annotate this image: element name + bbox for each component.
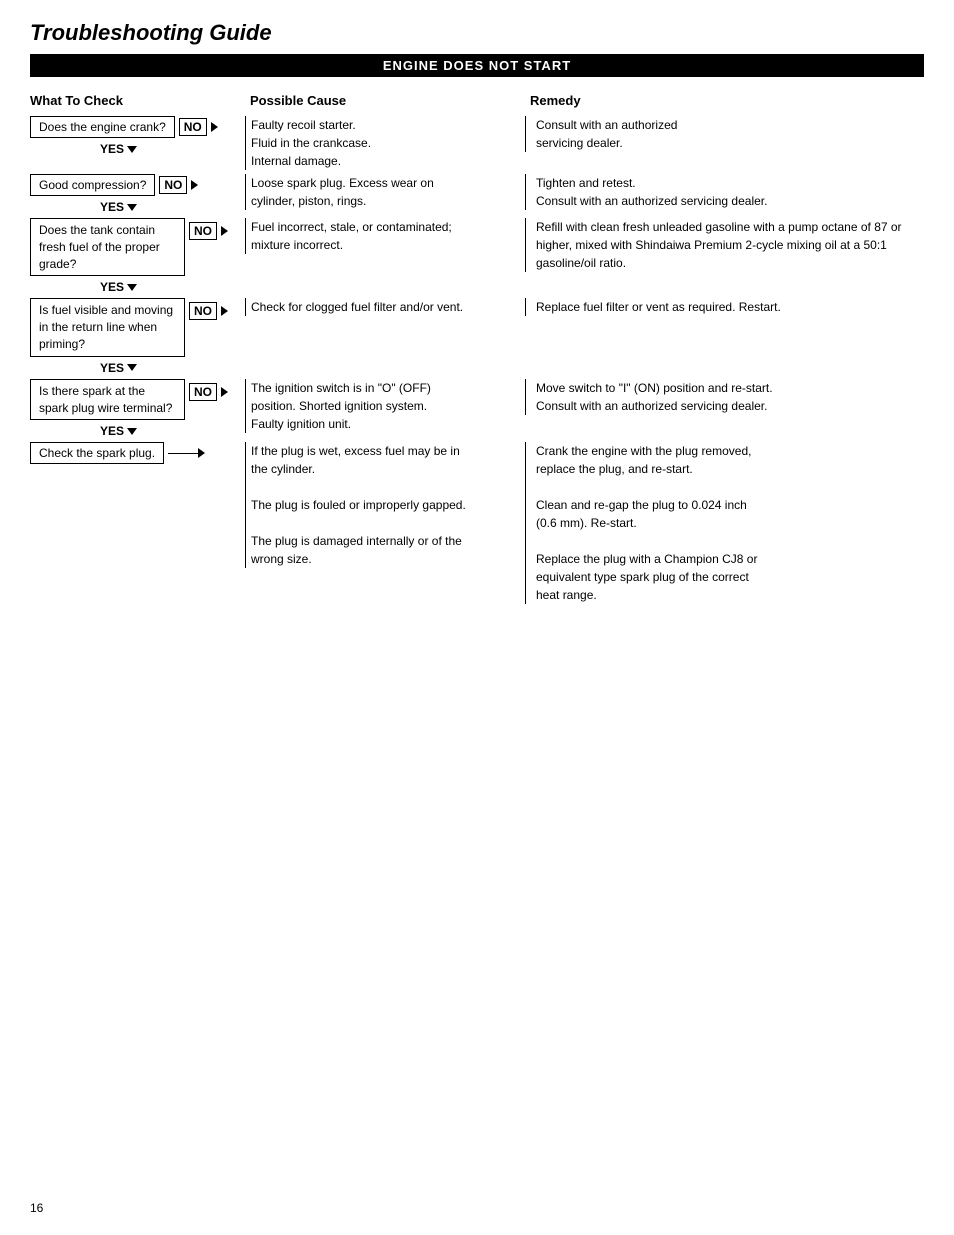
no-arrow-5 [221, 387, 228, 397]
cause-header: Possible Cause [245, 93, 525, 108]
remedy-header: Remedy [525, 93, 924, 108]
remedy-3: Refill with clean fresh unleaded gasolin… [525, 218, 924, 272]
no-label-3: NO [189, 222, 217, 240]
yes-label-2: YES [100, 200, 137, 214]
no-label-1: NO [179, 118, 207, 136]
right-arrow-6 [198, 448, 205, 458]
cause-1: Faulty recoil starter. Fluid in the cran… [245, 116, 525, 170]
remedy-4: Replace fuel filter or vent as required.… [525, 298, 924, 316]
cause-6: If the plug is wet, excess fuel may be i… [245, 442, 525, 568]
check-box-2: Good compression? [30, 174, 155, 196]
cause-5: The ignition switch is in "O" (OFF)posit… [245, 379, 525, 433]
yes-label-1: YES [100, 142, 137, 156]
remedy-2: Tighten and retest.Consult with an autho… [525, 174, 924, 210]
no-arrow-3 [221, 226, 228, 236]
no-label-4: NO [189, 302, 217, 320]
check-box-4: Is fuel visible and moving in the return… [30, 298, 185, 356]
cause-2: Loose spark plug. Excess wear oncylinder… [245, 174, 525, 210]
check-box-5: Is there spark at the spark plug wire te… [30, 379, 185, 421]
check-box-3: Does the tank contain fresh fuel of the … [30, 218, 185, 276]
check-box-6: Check the spark plug. [30, 442, 164, 464]
yes-label-5: YES [100, 424, 137, 438]
yes-label-3: YES [100, 280, 137, 294]
page-number: 16 [30, 1201, 43, 1215]
remedy-6: Crank the engine with the plug removed,r… [525, 442, 924, 604]
remedy-5: Move switch to "I" (ON) position and re-… [525, 379, 924, 415]
remedy-1: Consult with an authorizedservicing deal… [525, 116, 924, 152]
no-arrow-1 [211, 122, 218, 132]
no-arrow-2 [191, 180, 198, 190]
no-arrow-4 [221, 306, 228, 316]
check-box-1: Does the engine crank? [30, 116, 175, 138]
section-header: ENGINE DOES NOT START [30, 54, 924, 77]
cause-3: Fuel incorrect, stale, or contaminated;m… [245, 218, 525, 254]
cause-4: Check for clogged fuel filter and/or ven… [245, 298, 525, 316]
check-header: What To Check [30, 93, 245, 108]
no-label-5: NO [189, 383, 217, 401]
no-label-2: NO [159, 176, 187, 194]
page-title: Troubleshooting Guide [30, 20, 924, 46]
yes-label-4: YES [100, 361, 137, 375]
